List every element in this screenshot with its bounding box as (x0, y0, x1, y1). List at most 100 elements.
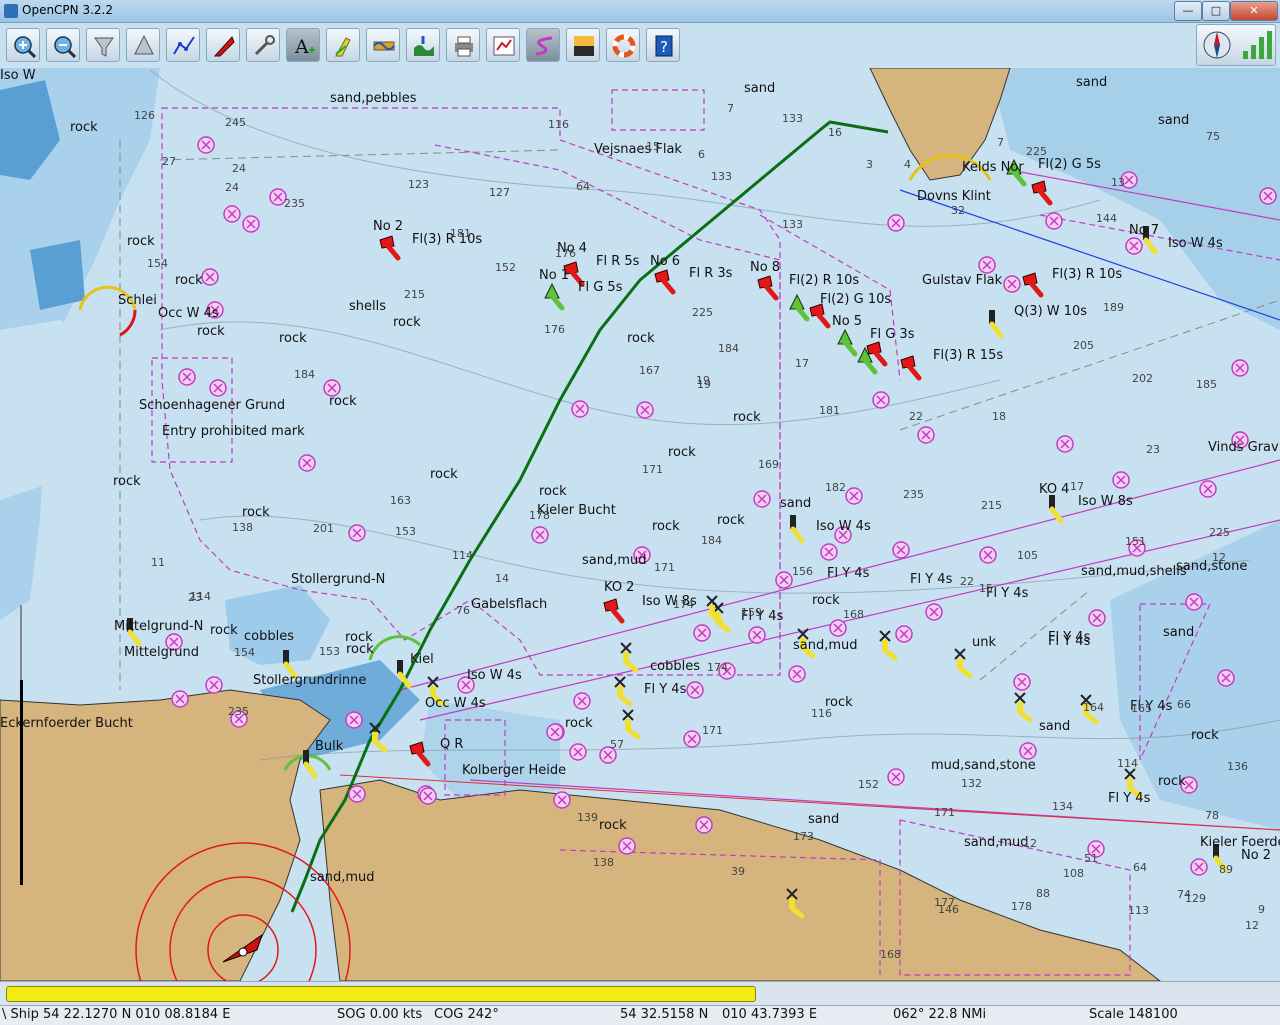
chart-label: Occ W 4s (158, 306, 219, 321)
chart-label: Vinds Grav (1208, 440, 1279, 455)
depth-sounding: 133 (782, 218, 803, 231)
route-manager-button[interactable] (486, 28, 520, 62)
green-buoy-icon (544, 282, 565, 311)
close-button[interactable]: ✕ (1230, 1, 1278, 21)
track-button[interactable] (526, 28, 560, 62)
depth-sounding: 123 (408, 178, 429, 191)
depth-sounding: 114 (452, 549, 473, 562)
status-bar: \ Ship 54 22.1270 N 010 08.8184 E SOG 0.… (0, 1005, 1280, 1025)
chart-label: Iso W 8s (1078, 494, 1133, 509)
depth-sounding: 24 (232, 162, 246, 175)
yellow-buoy-icon (369, 722, 388, 753)
scale-in-button[interactable] (86, 28, 120, 62)
depth-sounding: 235 (228, 705, 249, 718)
depth-sounding: 13 (1111, 176, 1125, 189)
follow-ship-button[interactable] (206, 28, 240, 62)
chart-label: Vejsnaes Flak (594, 142, 682, 157)
depth-sounding: 144 (1096, 212, 1117, 225)
chart-label: sand (1039, 719, 1071, 734)
chart-load-progress (0, 981, 1280, 1006)
chart-label: Stollergrund-N (291, 572, 386, 587)
chart-canvas[interactable]: sand sand sand,pebbles sand Vejsnaes Flak roc… (0, 68, 1280, 981)
chart-label: sand,mud (793, 638, 858, 653)
yellow-buoy-icon (954, 648, 973, 679)
print-button[interactable] (446, 28, 480, 62)
chart-label: rock (279, 331, 307, 346)
chart-label: No 2 (373, 219, 404, 234)
chart-label: Q(3) W 10s (1014, 304, 1088, 319)
buoy-layer[interactable] (0, 68, 1280, 981)
depth-sounding: 159 (741, 606, 762, 619)
depth-sounding: 19 (697, 378, 711, 391)
chart-label: cobbles (650, 659, 700, 674)
depth-sounding: 114 (190, 590, 211, 603)
depth-sounding: 12 (1023, 837, 1037, 850)
red-buoy-icon (409, 741, 431, 767)
app-icon (4, 4, 18, 18)
chart-label: rock (1191, 728, 1219, 743)
scale-out-button[interactable] (126, 28, 160, 62)
depth-sounding: 184 (718, 342, 739, 355)
zoom-in-icon (14, 36, 36, 58)
depth-sounding: 7 (997, 136, 1004, 149)
depth-sounding: 205 (1073, 339, 1094, 352)
depth-sounding: 57 (610, 738, 624, 751)
depth-sounding: 39 (731, 865, 745, 878)
man-overboard-button[interactable] (606, 28, 640, 62)
color-scheme-icon (574, 36, 594, 56)
chart-label: Schoenhagener Grund (139, 398, 286, 413)
chart-label: rock (627, 331, 655, 346)
red-buoy-icon (1031, 180, 1053, 206)
depth-sounding: 15 (979, 582, 993, 595)
color-scheme-button[interactable] (566, 28, 600, 62)
chart-label: sand (1158, 113, 1190, 128)
chart-label: sand,mud,shells (1081, 564, 1187, 579)
chart-label: Fl R 5s (596, 254, 640, 269)
tide-button[interactable] (366, 28, 400, 62)
bearing-distance: 062° 22.8 NMi (893, 1007, 987, 1022)
chart-label: Bulk (315, 739, 344, 754)
depth-sounding: 129 (1185, 892, 1206, 905)
compass-gps-widget[interactable] (1196, 24, 1276, 66)
chart-scale: Scale 148100 (1089, 1007, 1178, 1022)
chart-label: rock (812, 593, 840, 608)
chart-label: Q R (440, 737, 464, 752)
maximize-button[interactable]: □ (1202, 1, 1230, 21)
text-button[interactable]: A (286, 28, 320, 62)
chart-label: rock (599, 818, 627, 833)
depth-sounding: 146 (938, 903, 959, 916)
minimize-button[interactable]: — (1174, 1, 1202, 21)
zoom-out-button[interactable] (46, 28, 80, 62)
ais-icon (414, 36, 434, 56)
chart-label: Fl(3) R 10s (1052, 267, 1123, 282)
yellow-buoy-icon (622, 709, 641, 740)
chart-label: Iso W (0, 68, 36, 83)
current-button[interactable] (326, 28, 360, 62)
help-icon: ? (655, 35, 673, 57)
chart-label: Gabelsflach (471, 597, 548, 612)
depth-sounding: 168 (880, 948, 901, 961)
light-buoy-icon (790, 515, 805, 544)
depth-sounding: 17 (1070, 480, 1084, 493)
chart-label: rock (70, 120, 98, 135)
chart-label: No 1 (539, 268, 570, 283)
chart-label: Fl Y 4s (644, 682, 687, 697)
settings-button[interactable] (246, 28, 280, 62)
depth-sounding: 184 (701, 534, 722, 547)
help-button[interactable]: ? (646, 28, 680, 62)
chart-label: Stollergrundrinne (253, 673, 367, 688)
tide-icon (373, 41, 395, 51)
depth-sounding: 184 (294, 368, 315, 381)
chart-label: Fl Y 4s (910, 572, 953, 587)
depth-sounding: 169 (758, 458, 779, 471)
chart-label: Fl G 5s (578, 280, 623, 295)
red-buoy-icon (654, 269, 676, 295)
depth-sounding: 113 (1128, 904, 1149, 917)
ais-button[interactable] (406, 28, 440, 62)
route-button[interactable] (166, 28, 200, 62)
zoom-in-button[interactable] (6, 28, 40, 62)
current-icon (335, 37, 351, 57)
svg-text:?: ? (660, 38, 668, 56)
chart-label: rock (430, 467, 458, 482)
depth-sounding: 4 (904, 158, 911, 171)
